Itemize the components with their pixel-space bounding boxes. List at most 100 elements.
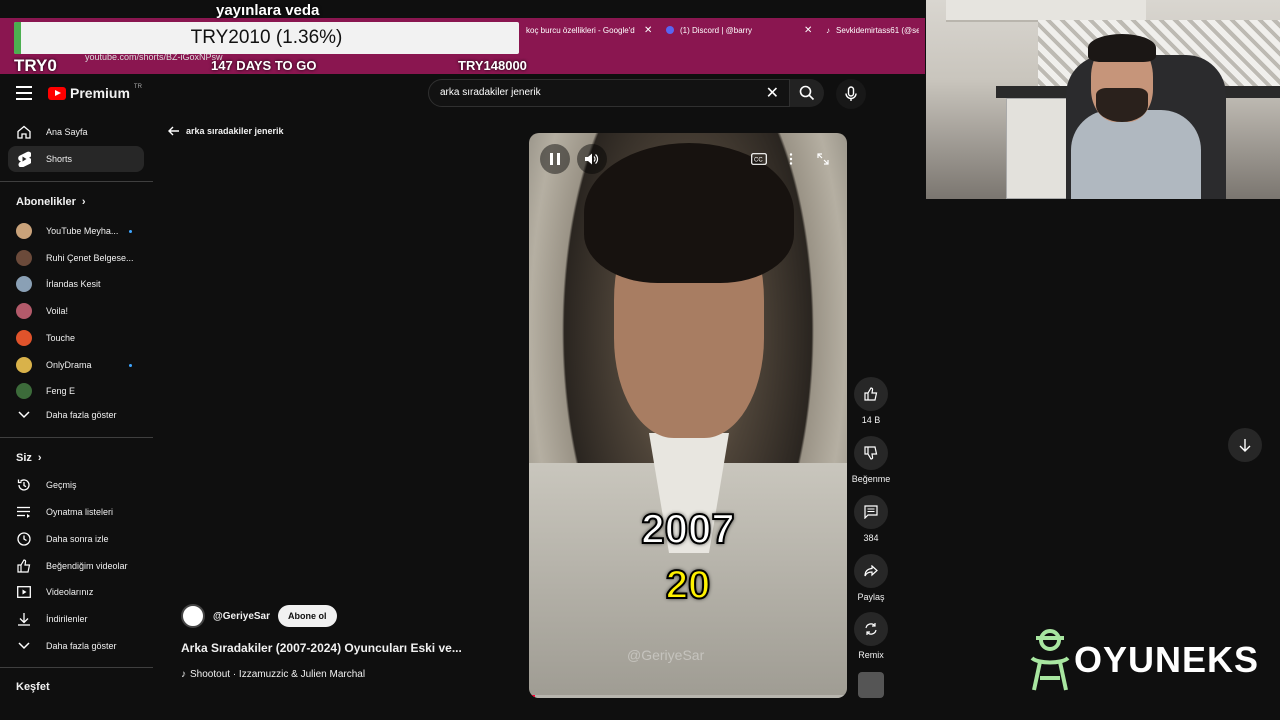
webcam-cabinet [946, 0, 1146, 22]
thumbs-up-icon [864, 387, 878, 401]
pause-button[interactable] [540, 144, 570, 174]
dislike-label: Beğenme [851, 474, 891, 484]
stream-screen: koç burcu özellikleri - Google'd ✕ (1) D… [0, 0, 1280, 720]
youtube-header: Premium TR arka sıradakiler jenerik ✕ [0, 74, 925, 114]
pause-icon [550, 153, 560, 165]
channel-avatar[interactable] [181, 604, 205, 628]
sidebar-item-label: İndirilenler [46, 614, 88, 624]
youtube-play-icon [48, 86, 66, 100]
browser-tab[interactable]: koç burcu özellikleri - Google'd ✕ [520, 20, 660, 40]
discord-icon [666, 26, 674, 34]
comment-count: 384 [863, 533, 879, 543]
sidebar-item-your-videos[interactable]: Videolarınız [8, 579, 144, 605]
like-button[interactable]: 14 B [852, 377, 890, 425]
sidebar-item-subscription[interactable]: OnlyDrama [8, 352, 144, 378]
explore-heading: Keşfet [16, 681, 50, 693]
sidebar-item-home[interactable]: Ana Sayfa [8, 119, 144, 145]
playback-progress-fill [529, 695, 536, 698]
channel-avatar [16, 330, 32, 346]
sidebar-item-subscription[interactable]: Voila! [8, 298, 144, 324]
goal-amount: TRY2010 (1.36%) [190, 27, 343, 48]
you-heading[interactable]: Siz › [16, 452, 42, 464]
sidebar-item-label: Feng E [46, 386, 76, 396]
share-icon [864, 565, 878, 577]
sidebar-item-subscription[interactable]: Feng E [8, 378, 144, 404]
sidebar-item-watch-later[interactable]: Daha sonra izle [8, 526, 144, 552]
sidebar-item-subscription[interactable]: YouTube Meyha... [8, 218, 144, 244]
webcam-feed [926, 0, 1280, 199]
sidebar-item-shorts[interactable]: Shorts [8, 146, 144, 172]
logo-text: Premium [70, 85, 130, 101]
sidebar-item-subscription[interactable]: Ruhi Çenet Belgese... [8, 245, 144, 271]
like-icon [16, 558, 32, 574]
back-to-search[interactable]: arka sıradakiler jenerik [168, 126, 284, 136]
browser-tab[interactable]: ♪ Sevkidemirtass61 (@sev [820, 20, 925, 40]
search-value: arka sıradakiler jenerik [440, 87, 541, 98]
tiktok-icon: ♪ [826, 25, 830, 35]
shorts-video-player[interactable]: CC 2007 20 @GeriyeSar [529, 133, 847, 698]
volume-button[interactable] [577, 144, 607, 174]
search-input[interactable]: arka sıradakiler jenerik ✕ [428, 79, 790, 107]
next-video-button[interactable] [1228, 428, 1262, 462]
webcam-streamer-hair [1088, 34, 1156, 62]
fullscreen-button[interactable] [813, 149, 833, 169]
subscriptions-show-more[interactable]: Daha fazla göster [8, 402, 144, 428]
channel-avatar [16, 303, 32, 319]
close-icon[interactable]: ✕ [644, 25, 652, 36]
more-options-button[interactable] [781, 149, 801, 169]
share-label: Paylaş [857, 592, 885, 602]
channel-avatar [16, 250, 32, 266]
expand-icon [817, 153, 829, 165]
sidebar-item-label: Daha fazla göster [46, 410, 117, 420]
subscribe-button[interactable]: Abone ol [278, 605, 337, 627]
sound-thumbnail[interactable] [858, 672, 884, 698]
sidebar-item-label: Geçmiş [46, 480, 77, 490]
chevron-right-icon: › [37, 452, 42, 464]
remix-button[interactable]: Remix [852, 612, 890, 660]
captions-button[interactable]: CC [749, 149, 769, 169]
sidebar-item-label: OnlyDrama [46, 360, 92, 370]
tab-label: Sevkidemirtass61 (@sev [836, 25, 919, 35]
channel-avatar [16, 383, 32, 399]
thumbs-down-icon [864, 446, 878, 460]
shorts-icon [16, 151, 32, 167]
channel-name[interactable]: @GeriyeSar [213, 611, 270, 622]
chevron-down-icon [16, 407, 32, 423]
search-button[interactable] [790, 79, 824, 107]
subscriptions-heading[interactable]: Abonelikler › [16, 196, 86, 208]
tab-label: (1) Discord | @barry [680, 25, 752, 35]
webcam-streamer-beard [1096, 88, 1148, 122]
captions-icon: CC [751, 153, 767, 165]
share-button[interactable]: Paylaş [852, 554, 890, 602]
heading-label: Siz [16, 452, 32, 464]
remix-icon [865, 623, 877, 635]
sidebar: Ana Sayfa Shorts Abonelikler › YouTube M… [0, 114, 153, 720]
goal-start-amount: TRY0 [14, 56, 57, 75]
playback-progress-bar[interactable] [529, 695, 847, 698]
comments-button[interactable]: 384 [852, 495, 890, 543]
volume-icon [585, 153, 599, 165]
sidebar-item-label: Touche [46, 333, 76, 343]
video-sound[interactable]: ♪ Shootout · Izzamuzzic & Julien Marchal [181, 669, 365, 680]
svg-text:CC: CC [754, 158, 763, 164]
sidebar-item-liked-videos[interactable]: Beğendiğim videolar [8, 553, 144, 579]
sidebar-item-playlists[interactable]: Oynatma listeleri [8, 499, 144, 525]
divider [0, 437, 153, 438]
home-icon [16, 124, 32, 140]
voice-search-button[interactable] [836, 79, 866, 109]
sidebar-item-subscription[interactable]: Touche [8, 325, 144, 351]
youtube-logo[interactable]: Premium TR [48, 84, 142, 101]
clear-search-icon[interactable]: ✕ [766, 83, 779, 103]
stream-title: yayınlara veda [216, 2, 320, 19]
browser-tab[interactable]: (1) Discord | @barry ✕ [660, 20, 820, 40]
sidebar-item-subscription[interactable]: İrlandas Kesit [8, 271, 144, 297]
channel-row: @GeriyeSar Abone ol [181, 604, 337, 628]
close-icon[interactable]: ✕ [804, 25, 812, 36]
sidebar-item-history[interactable]: Geçmiş [8, 472, 144, 498]
menu-icon[interactable] [16, 86, 32, 100]
video-year-caption: 2007 [640, 504, 735, 553]
video-title[interactable]: Arka Sıradakiler (2007-2024) Oyuncuları … [181, 641, 462, 655]
dislike-button[interactable]: Beğenme [849, 436, 893, 484]
sidebar-item-downloads[interactable]: İndirilenler [8, 606, 144, 632]
you-show-more[interactable]: Daha fazla göster [8, 633, 144, 659]
